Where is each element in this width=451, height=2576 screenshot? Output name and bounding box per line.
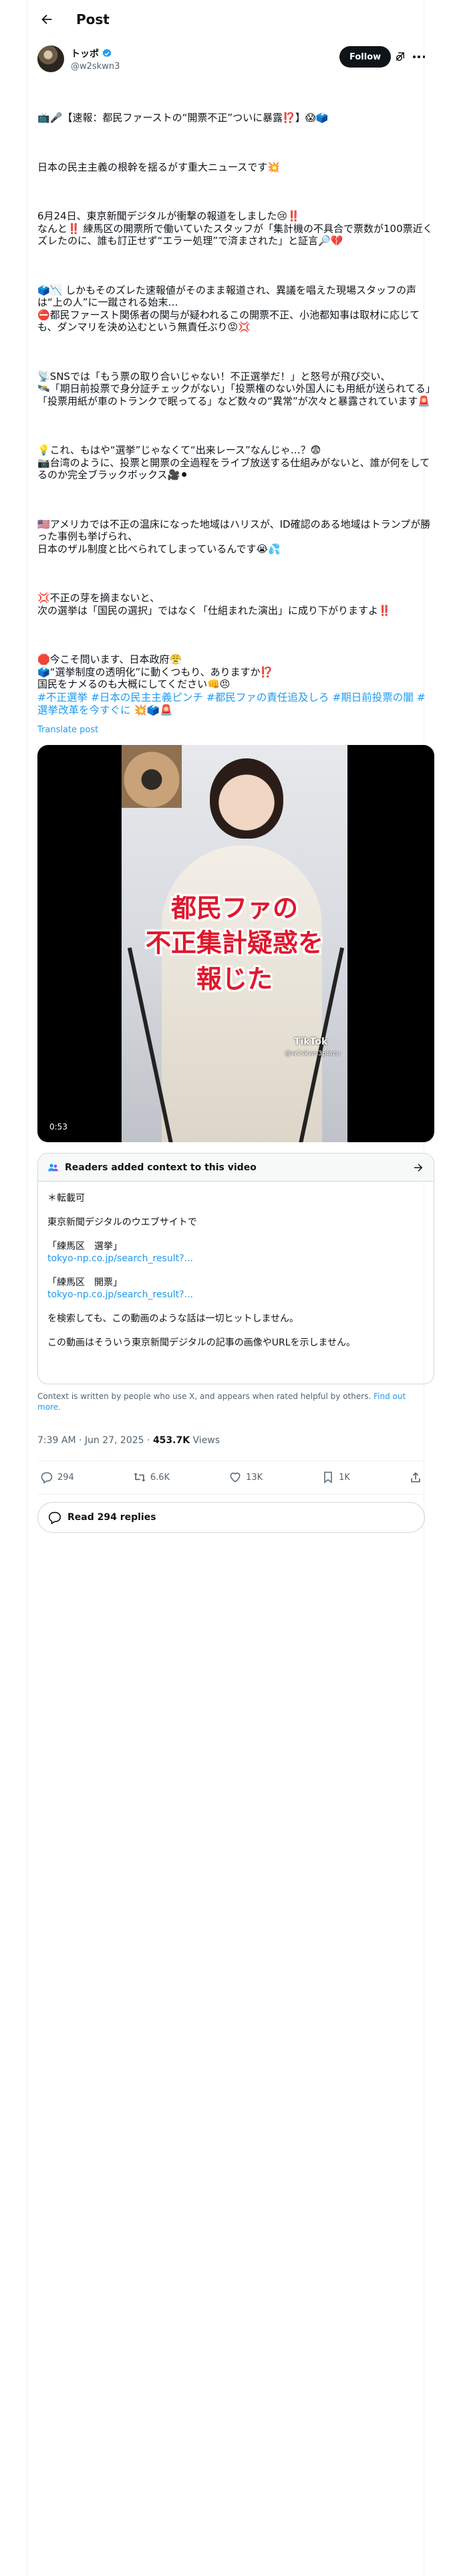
- video-caption-line: 不正集計疑惑を: [145, 928, 323, 958]
- post-meta: 7:39 AM · Jun 27, 2025 · 453.7K Views: [37, 1435, 220, 1446]
- translate-post-link[interactable]: Translate post: [37, 725, 98, 735]
- display-name-row: トッポ: [71, 47, 120, 60]
- bookmark-count: 1K: [339, 1472, 350, 1483]
- hashtag-emoji: 💥🗳️🚨: [134, 704, 173, 716]
- repost-count: 6.6K: [150, 1472, 170, 1483]
- views-label: Views: [192, 1435, 220, 1446]
- post-paragraph: 🛑今こそ問います、日本政府😤 🗳️“選挙制度の透明化”に動くつもり、ありますか⁉…: [37, 653, 273, 690]
- heart-icon: [230, 1473, 241, 1483]
- people-icon: [48, 1163, 59, 1171]
- reply-icon: [41, 1472, 53, 1484]
- note-query: 「練馬区 選挙」: [47, 1241, 122, 1252]
- post-paragraph: 6月24日、東京新聞デジタルが衝撃の報道をしました😢‼️ なんと‼️ 練馬区の開…: [37, 210, 433, 247]
- meta-separator: ·: [144, 1435, 153, 1446]
- community-note-title: Readers added context to this video: [65, 1162, 257, 1173]
- video-player[interactable]: 都民ファの 不正集計疑惑を 報じた TikTok @w2skwn3piazu 0…: [37, 745, 434, 1142]
- verified-badge-icon: [102, 48, 112, 57]
- hashtag-link[interactable]: #都民ファの責任追及しろ: [206, 691, 329, 704]
- post-paragraph: 🗳️📉 しかもそのズレた速報値がそのまま報道され、異議を唱えた現場スタッフの声は…: [37, 284, 420, 334]
- post-page: Post トッポ @w2skwn3 Follow 📺🎤【速報：都民ファーストの“…: [0, 0, 451, 2576]
- grok-icon[interactable]: [394, 51, 406, 63]
- hashtag-link[interactable]: #期日前投票の闇: [332, 691, 414, 704]
- back-button[interactable]: [35, 7, 59, 31]
- arrow-right-icon[interactable]: [412, 1162, 424, 1174]
- speaker-head: [210, 758, 283, 839]
- post-paragraph: 💡これ、もはや“選挙”じゃなくて“出来レース”なんじゃ…？😨 📷台湾のように、投…: [37, 444, 430, 481]
- note-footer-text: Context is written by people who use X, …: [37, 1392, 371, 1401]
- like-button[interactable]: 13K: [229, 1471, 263, 1484]
- community-note-body: ＊転載可 東京新聞デジタルのウエブサイトで 「練馬区 選挙」 tokyo-np.…: [38, 1182, 434, 1349]
- bookmark-button[interactable]: 1K: [321, 1471, 350, 1484]
- video-frame: 都民ファの 不正集計疑惑を 報じた TikTok @w2skwn3piazu: [122, 745, 347, 1142]
- post-author: トッポ @w2skwn3 Follow: [37, 43, 425, 75]
- note-line: を検索しても、この動画のような話は一切ヒットしません。: [47, 1313, 299, 1324]
- reply-count: 294: [57, 1472, 74, 1483]
- post-paragraph: 🇺🇸アメリカでは不正の温床になった地域はハリスが、ID確認のある地域はトランプが…: [37, 518, 431, 555]
- reply-button[interactable]: 294: [40, 1471, 74, 1484]
- community-note: Readers added context to this video ＊転載可…: [37, 1153, 434, 1384]
- pug-avatar-overlay: [122, 745, 182, 808]
- views-count: 453.7K: [152, 1435, 190, 1446]
- bookmark-icon: [324, 1471, 332, 1483]
- read-replies-button[interactable]: Read 294 replies: [37, 1502, 425, 1533]
- follow-button[interactable]: Follow: [339, 46, 392, 68]
- author-names: トッポ @w2skwn3: [71, 47, 120, 72]
- video-caption-line: 都民ファの: [170, 893, 298, 923]
- page-title: Post: [76, 11, 110, 27]
- community-note-header[interactable]: Readers added context to this video: [38, 1154, 434, 1182]
- tiktok-handle: @w2skwn3piazu: [285, 1050, 341, 1057]
- note-query: 「練馬区 開票」: [47, 1277, 122, 1288]
- read-replies-label: Read 294 replies: [67, 1512, 156, 1523]
- display-name[interactable]: トッポ: [71, 47, 99, 60]
- video-duration: 0:53: [45, 1121, 71, 1133]
- action-bar: 294 6.6K 13K 1K: [37, 1461, 425, 1494]
- author-handle[interactable]: @w2skwn3: [71, 62, 120, 72]
- community-note-footer: Context is written by people who use X, …: [37, 1391, 425, 1412]
- like-count: 13K: [246, 1472, 263, 1483]
- share-icon: [411, 1472, 420, 1483]
- more-options-icon[interactable]: [413, 51, 425, 63]
- post-paragraph: 📺🎤【速報：都民ファーストの“開票不正”ついに暴露⁉️】😱🗳️: [37, 112, 329, 124]
- note-line: この動画はそういう東京新聞デジタルの記事の画像やURLを示しません。: [47, 1337, 356, 1348]
- repost-button[interactable]: 6.6K: [133, 1471, 170, 1484]
- reply-bubble-icon: [48, 1511, 61, 1525]
- repost-icon: [134, 1473, 146, 1482]
- note-link[interactable]: tokyo-np.co.jp/search_result?...: [47, 1253, 424, 1265]
- arrow-left-icon: [41, 14, 52, 25]
- tiktok-watermark: TikTok: [294, 1037, 328, 1047]
- note-line: ＊転載可: [47, 1193, 85, 1204]
- avatar[interactable]: [37, 45, 64, 72]
- post-text: 📺🎤【速報：都民ファーストの“開票不正”ついに暴露⁉️】😱🗳️ 日本の民主主義の…: [37, 87, 434, 728]
- post-paragraph: 日本の民主主義の根幹を揺るがす重大ニュースです💥: [37, 160, 280, 173]
- share-button[interactable]: [409, 1471, 422, 1484]
- divider: [37, 1494, 425, 1495]
- top-bar: Post: [27, 0, 424, 39]
- post-paragraph: 📡SNSでは「もう票の取り合いじゃない！不正選挙だ！」と怒号が飛び交い、 🛰️「…: [37, 370, 431, 407]
- note-line: 東京新聞デジタルのウエブサイトで: [47, 1217, 197, 1228]
- post-timestamp[interactable]: 7:39 AM · Jun 27, 2025: [37, 1435, 144, 1446]
- hashtag-link[interactable]: #不正選挙: [37, 691, 88, 704]
- post-paragraph: 💢不正の芽を摘まないと、 次の選挙は「国民の選択」ではなく「仕組まれた演出」に成…: [37, 592, 391, 617]
- hashtag-link[interactable]: #日本の民主主義ピンチ: [91, 691, 203, 704]
- hashtags: #不正選挙 #日本の民主主義ピンチ #都民ファの責任追及しろ #期日前投票の闇 …: [37, 691, 434, 717]
- note-link[interactable]: tokyo-np.co.jp/search_result?...: [47, 1289, 424, 1301]
- video-caption-line: 報じた: [196, 964, 273, 994]
